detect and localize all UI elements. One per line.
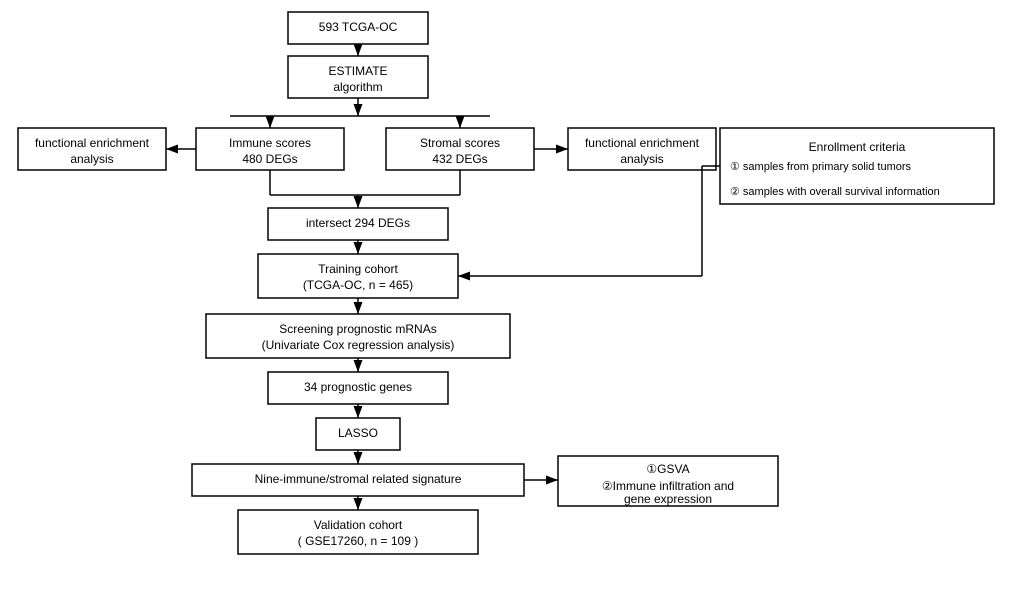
estimate-label-line2: algorithm — [333, 80, 382, 94]
stromal-scores-label1: Stromal scores — [420, 136, 500, 150]
validation-cohort-label2: ( GSE17260, n = 109 ) — [298, 534, 418, 548]
functional-right-label2: analysis — [620, 152, 663, 166]
stromal-scores-label2: 432 DEGs — [432, 152, 487, 166]
estimate-label-line1: ESTIMATE — [328, 64, 387, 78]
screening-label1: Screening prognostic mRNAs — [279, 322, 436, 336]
training-cohort-label1: Training cohort — [318, 262, 398, 276]
functional-left-label2: analysis — [70, 152, 113, 166]
functional-right-label1: functional enrichment — [585, 136, 700, 150]
tcga-oc-label: 593 TCGA-OC — [319, 20, 398, 34]
screening-label2: (Univariate Cox regression analysis) — [262, 338, 455, 352]
gsva-label1: ①GSVA — [646, 462, 689, 476]
immune-scores-label1: Immune scores — [229, 136, 311, 150]
training-cohort-label2: (TCGA-OC, n = 465) — [303, 278, 413, 292]
gsva-label3: gene expression — [624, 492, 712, 506]
nine-immune-label: Nine-immune/stromal related signature — [255, 472, 462, 486]
lasso-label: LASSO — [338, 426, 378, 440]
enrollment-label-2: ② samples with overall survival informat… — [730, 186, 940, 198]
immune-scores-label2: 480 DEGs — [242, 152, 297, 166]
gsva-label2: ②Immune infiltration and — [602, 479, 734, 493]
prognostic-genes-label: 34 prognostic genes — [304, 380, 412, 394]
intersect-label: intersect 294 DEGs — [306, 216, 410, 230]
enrollment-label-1: ① samples from primary solid tumors — [730, 161, 912, 173]
diagram-container: 593 TCGA-OC ESTIMATE algorithm Immune sc… — [0, 0, 1020, 591]
validation-cohort-label1: Validation cohort — [314, 518, 403, 532]
functional-left-label1: functional enrichment — [35, 136, 150, 150]
enrollment-label-title: Enrollment criteria — [809, 140, 906, 154]
